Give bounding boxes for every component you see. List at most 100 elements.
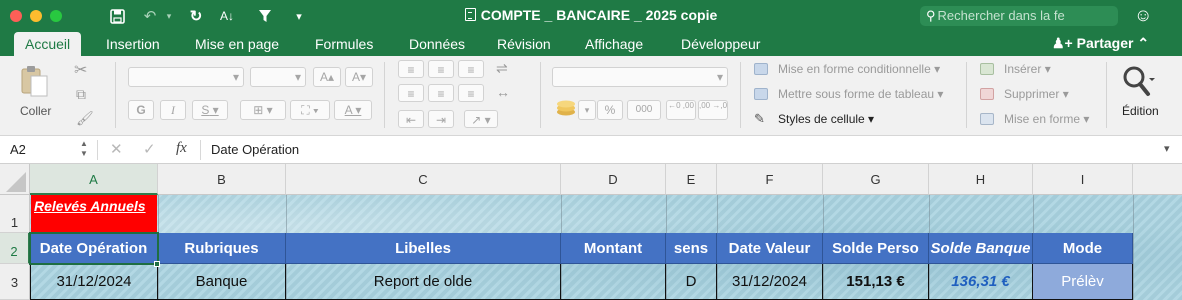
- save-icon[interactable]: [106, 6, 128, 26]
- tab-affichage[interactable]: Affichage: [585, 32, 643, 56]
- cell-a1-releves-annuels[interactable]: Relevés Annuels: [31, 195, 157, 232]
- fill-color-button[interactable]: ⛶ ▾: [290, 100, 330, 120]
- cell-a3[interactable]: 31/12/2024: [30, 264, 158, 300]
- cancel-icon[interactable]: ✕: [110, 140, 123, 158]
- column-header-e[interactable]: E: [666, 164, 717, 195]
- copy-icon[interactable]: ⧉: [76, 86, 86, 103]
- align-bottom-button[interactable]: ≡: [458, 60, 484, 78]
- currency-menu-chevron-icon[interactable]: ▾: [578, 100, 596, 120]
- currency-icon[interactable]: [556, 100, 576, 119]
- customize-toolbar-icon[interactable]: ▾: [288, 6, 310, 26]
- cut-icon[interactable]: ✂: [74, 60, 87, 80]
- row-header-1[interactable]: 1: [0, 195, 30, 233]
- decrease-indent-button[interactable]: ⇤: [398, 110, 424, 128]
- align-center-button[interactable]: ≡: [428, 84, 454, 102]
- align-top-button[interactable]: ≡: [398, 60, 424, 78]
- name-box[interactable]: A2: [10, 142, 26, 157]
- cell-d3[interactable]: [561, 264, 666, 300]
- column-header-b[interactable]: B: [158, 164, 286, 195]
- row-header-3[interactable]: 3: [0, 264, 30, 300]
- paste-icon[interactable]: [18, 64, 50, 98]
- cell-b2-header[interactable]: Rubriques: [158, 233, 286, 264]
- cell-i3[interactable]: Prélèv: [1033, 264, 1133, 300]
- font-color-button[interactable]: A ▾: [334, 100, 372, 120]
- increase-indent-button[interactable]: ⇥: [428, 110, 454, 128]
- tab-revision[interactable]: Révision: [497, 32, 551, 56]
- find-magnifier-icon[interactable]: [1120, 64, 1160, 98]
- tab-accueil[interactable]: Accueil: [14, 32, 82, 56]
- increase-decimal-button[interactable]: ←0 ,00: [666, 100, 696, 120]
- collapse-ribbon-chevron-icon[interactable]: ⌃: [1137, 35, 1149, 51]
- cell-f3[interactable]: 31/12/2024: [717, 264, 823, 300]
- filter-icon[interactable]: [254, 6, 276, 26]
- name-box-stepper-icon[interactable]: ▲ ▼: [80, 139, 88, 159]
- align-middle-button[interactable]: ≡: [428, 60, 454, 78]
- cell-styles-button[interactable]: Styles de cellule ▾: [778, 112, 874, 126]
- column-header-f[interactable]: F: [717, 164, 823, 195]
- formula-input[interactable]: Date Opération: [211, 142, 299, 157]
- number-format-select[interactable]: ▾: [552, 67, 728, 87]
- conditional-format-button[interactable]: Mise en forme conditionnelle ▾: [778, 62, 940, 76]
- undo-icon[interactable]: ↶: [138, 6, 162, 26]
- font-size-select[interactable]: ▾: [250, 67, 306, 87]
- column-header-h[interactable]: H: [929, 164, 1033, 195]
- insert-cells-button[interactable]: Insérer ▾: [1004, 62, 1051, 76]
- tab-developpeur[interactable]: Développeur: [681, 32, 760, 56]
- expand-formula-chevron-icon[interactable]: ▾: [1164, 142, 1170, 155]
- font-name-select[interactable]: ▾: [128, 67, 244, 87]
- cell-f2-header[interactable]: Date Valeur: [717, 233, 823, 264]
- insert-function-icon[interactable]: fx: [176, 140, 187, 157]
- align-left-button[interactable]: ≡: [398, 84, 424, 102]
- select-all-corner[interactable]: [0, 164, 30, 195]
- align-right-button[interactable]: ≡: [458, 84, 484, 102]
- column-header-i[interactable]: I: [1033, 164, 1133, 195]
- cell-b3[interactable]: Banque: [158, 264, 286, 300]
- search-sheet-input[interactable]: ⚲ Rechercher dans la fe: [920, 6, 1118, 26]
- format-as-table-button[interactable]: Mettre sous forme de tableau ▾: [778, 87, 943, 101]
- decrease-decimal-button[interactable]: ,00 →,0: [698, 100, 728, 120]
- italic-button[interactable]: I: [160, 100, 186, 120]
- tab-donnees[interactable]: Données: [409, 32, 465, 56]
- orientation-button[interactable]: ↗ ▾: [464, 110, 498, 128]
- borders-button[interactable]: ⊞ ▾: [240, 100, 286, 120]
- format-cells-button[interactable]: Mise en forme ▾: [1004, 112, 1089, 126]
- delete-cells-button[interactable]: Supprimer ▾: [1004, 87, 1069, 101]
- column-header-a[interactable]: A: [30, 164, 158, 195]
- tab-insertion[interactable]: Insertion: [106, 32, 160, 56]
- column-header-d[interactable]: D: [561, 164, 666, 195]
- font-shrink-button[interactable]: A▾: [345, 67, 373, 87]
- column-header-c[interactable]: C: [286, 164, 561, 195]
- cell-h3[interactable]: 136,31 €: [929, 264, 1033, 300]
- minimize-window-button[interactable]: [30, 10, 42, 22]
- format-painter-icon[interactable]: 🖌: [76, 110, 94, 127]
- share-button[interactable]: ♟+ Partager ⌃: [1052, 32, 1149, 54]
- fill-handle[interactable]: [154, 261, 160, 267]
- zoom-window-button[interactable]: [50, 10, 62, 22]
- column-header-g[interactable]: G: [823, 164, 929, 195]
- row-header-2[interactable]: 2: [0, 233, 30, 264]
- underline-button[interactable]: S ▾: [192, 100, 228, 120]
- close-window-button[interactable]: [10, 10, 22, 22]
- bold-button[interactable]: G: [128, 100, 154, 120]
- wrap-text-icon[interactable]: ⇌: [496, 60, 508, 77]
- font-grow-button[interactable]: A▴: [313, 67, 341, 87]
- redo-icon[interactable]: ↻: [184, 6, 208, 26]
- cell-c3[interactable]: Report de olde: [286, 264, 561, 300]
- cell-g3[interactable]: 151,13 €: [823, 264, 929, 300]
- cell-e2-header[interactable]: sens: [666, 233, 717, 264]
- cell-e3[interactable]: D: [666, 264, 717, 300]
- thousands-separator-button[interactable]: 000: [627, 100, 661, 120]
- percent-button[interactable]: %: [597, 100, 623, 120]
- cell-g2-header[interactable]: Solde Perso: [823, 233, 929, 264]
- tab-formules[interactable]: Formules: [315, 32, 373, 56]
- cell-h2-header[interactable]: Solde Banque: [929, 233, 1033, 264]
- tab-mise-en-page[interactable]: Mise en page: [195, 32, 279, 56]
- sort-az-icon[interactable]: A↓: [216, 6, 238, 26]
- cell-i2-header[interactable]: Mode: [1033, 233, 1133, 264]
- feedback-smiley-icon[interactable]: ☺: [1134, 5, 1152, 26]
- merge-cells-icon[interactable]: ↔: [496, 84, 510, 100]
- enter-checkmark-icon[interactable]: ✓: [143, 140, 156, 158]
- cell-d2-header[interactable]: Montant: [561, 233, 666, 264]
- cell-c2-header[interactable]: Libelles: [286, 233, 561, 264]
- undo-menu-chevron-icon[interactable]: ▾: [162, 6, 176, 26]
